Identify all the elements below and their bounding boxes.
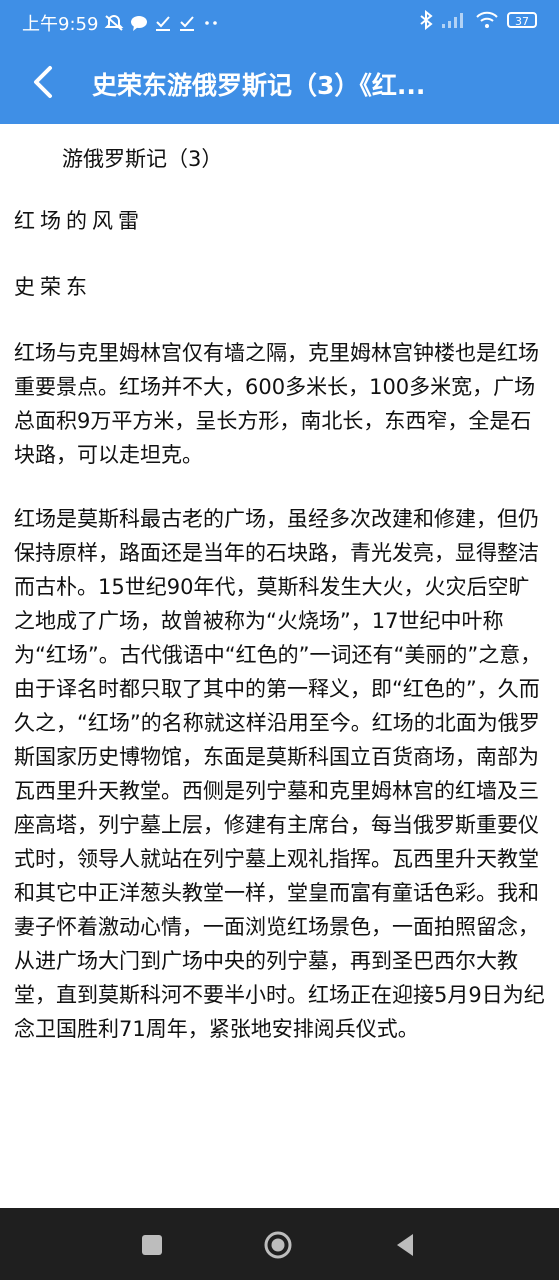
mute-icon bbox=[105, 15, 124, 31]
article-heading: 红场的风雷 bbox=[14, 209, 144, 233]
download-done-icon bbox=[180, 16, 195, 31]
bluetooth-icon bbox=[420, 10, 433, 30]
article-subtitle: 游俄罗斯记（3） bbox=[62, 147, 223, 171]
wifi-icon bbox=[476, 11, 498, 28]
more-dots-icon bbox=[205, 21, 218, 25]
home-circle-icon[interactable] bbox=[263, 1230, 293, 1260]
recents-square-icon[interactable] bbox=[137, 1230, 167, 1260]
status-bar: 上午9:59 37 bbox=[0, 0, 559, 42]
status-time: 上午9:59 bbox=[22, 14, 99, 35]
back-triangle-icon[interactable] bbox=[391, 1230, 421, 1260]
article-content: 游俄罗斯记（3） 红场的风雷 史荣东 红场与克里姆林宫仅有墙之隔，克里姆林宫钟楼… bbox=[0, 124, 559, 1208]
download-done-icon bbox=[156, 16, 171, 31]
chevron-left-icon[interactable] bbox=[22, 60, 66, 104]
article-paragraph: 红场是莫斯科最古老的广场，虽经多次改建和修建，但仍保持原样，路面还是当年的石块路… bbox=[14, 507, 545, 1041]
battery-icon: 37 bbox=[507, 12, 537, 28]
chat-bubble-icon bbox=[131, 16, 148, 31]
cellular-signal-icon bbox=[442, 13, 463, 28]
page-title: 史荣东游俄罗斯记（3）《红... bbox=[92, 71, 426, 100]
article-paragraph: 红场与克里姆林宫仅有墙之隔，克里姆林宫钟楼也是红场重要景点。红场并不大，600多… bbox=[14, 341, 539, 467]
app-bar: 史荣东游俄罗斯记（3）《红... bbox=[0, 42, 559, 124]
navigation-bar bbox=[0, 1208, 559, 1280]
article-author: 史荣东 bbox=[14, 275, 92, 299]
